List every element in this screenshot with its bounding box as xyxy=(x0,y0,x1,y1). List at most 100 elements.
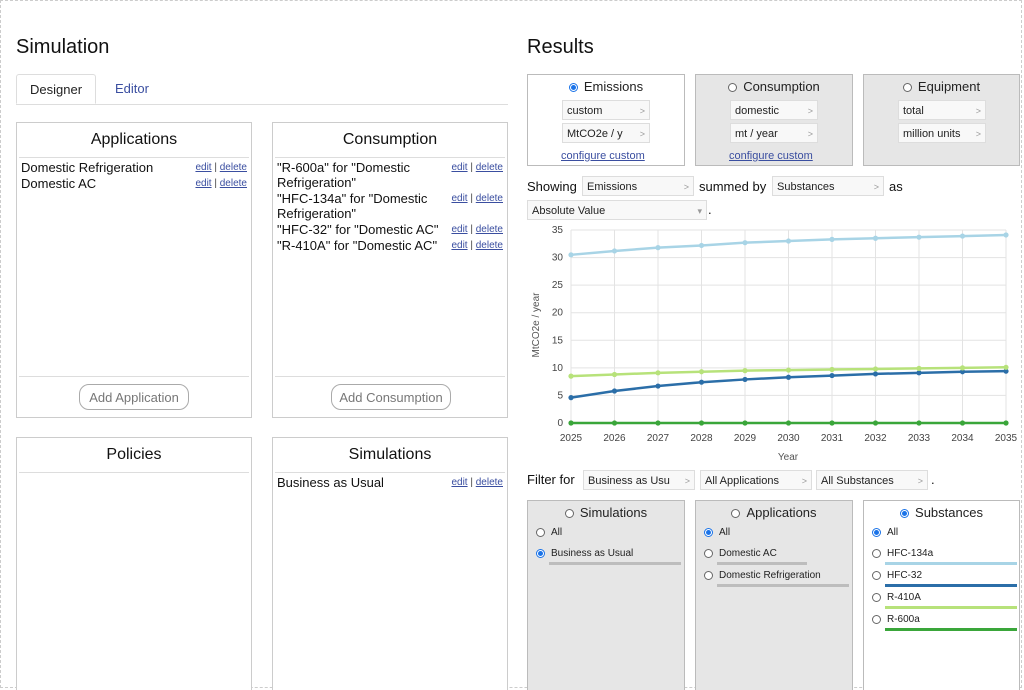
data-point xyxy=(916,365,922,372)
application-filter-select[interactable]: All Applications > xyxy=(700,470,812,490)
delete-link[interactable]: delete xyxy=(476,477,503,488)
filter-option-domestic-refrigeration[interactable]: Domestic Refrigeration xyxy=(704,570,821,581)
select-value: All Substances xyxy=(821,475,894,487)
configure-custom-link[interactable]: configure custom xyxy=(729,150,813,162)
simulation-tabs: Designer Editor xyxy=(16,74,508,105)
radio-icon[interactable] xyxy=(728,83,738,93)
edit-link[interactable]: edit xyxy=(451,240,467,251)
data-point xyxy=(611,420,618,426)
chevron-down-icon: > xyxy=(807,129,813,139)
consumption-type-select[interactable]: domestic > xyxy=(730,100,818,120)
consumption-metric-box[interactable]: Consumption domestic > mt / year > configu… xyxy=(695,74,853,166)
radio-icon[interactable] xyxy=(902,83,912,93)
add-application-button[interactable]: Add Application xyxy=(79,384,189,410)
policies-title: Policies xyxy=(106,446,162,463)
equipment-metric-box[interactable]: Equipment total > million units > xyxy=(863,74,1020,166)
simulations-panel: Simulations Business as Usual edit | del… xyxy=(272,437,508,690)
substances-filter-radio[interactable]: Substances xyxy=(864,505,1019,520)
edit-link[interactable]: edit xyxy=(195,162,211,173)
delete-link[interactable]: delete xyxy=(220,162,247,173)
edit-link[interactable]: edit xyxy=(451,162,467,173)
filter-option-business-as-usual[interactable]: Business as Usual xyxy=(536,548,633,559)
delete-link[interactable]: delete xyxy=(476,193,503,204)
data-point xyxy=(785,238,792,244)
emissions-units-select[interactable]: MtCO2e / y > xyxy=(562,123,650,143)
simulations-filter-radio[interactable]: Simulations xyxy=(528,505,684,520)
simulation-filter-select[interactable]: Business as Usu > xyxy=(583,470,695,490)
emissions-radio[interactable]: Emissions xyxy=(528,79,684,94)
delete-link[interactable]: delete xyxy=(476,224,503,235)
consumption-radio[interactable]: Consumption xyxy=(696,79,852,94)
equipment-units-select[interactable]: million units > xyxy=(898,123,986,143)
edit-link[interactable]: edit xyxy=(451,477,467,488)
delete-link[interactable]: delete xyxy=(476,162,503,173)
radio-icon[interactable] xyxy=(872,570,881,580)
radio-icon[interactable] xyxy=(536,527,545,537)
radio-selected-icon[interactable] xyxy=(568,83,578,93)
filter-option-hfc-134a[interactable]: HFC-134a xyxy=(872,548,933,559)
filter-option-hfc-32[interactable]: HFC-32 xyxy=(872,570,922,581)
delete-link[interactable]: delete xyxy=(220,178,247,189)
simulations-filter-box[interactable]: Simulations All Business as Usual xyxy=(527,500,685,690)
emissions-type-select[interactable]: custom > xyxy=(562,100,650,120)
period: . xyxy=(931,472,935,487)
data-point xyxy=(568,395,574,401)
delete-link[interactable]: delete xyxy=(476,240,503,251)
data-point xyxy=(829,236,835,242)
data-point xyxy=(742,376,748,383)
option-underline xyxy=(717,562,807,565)
filter-option-all[interactable]: All xyxy=(872,527,898,538)
radio-selected-icon[interactable] xyxy=(900,509,910,519)
chevron-down-icon: > xyxy=(639,129,645,139)
showing-select[interactable]: Emissions > xyxy=(582,176,694,196)
summed-by-select[interactable]: Substances > xyxy=(772,176,884,196)
select-value: Business as Usu xyxy=(588,475,670,487)
edit-link[interactable]: edit xyxy=(195,178,211,189)
data-point xyxy=(568,373,574,379)
option-label: Domestic Refrigeration xyxy=(719,570,821,581)
data-point xyxy=(872,420,879,426)
tab-editor[interactable]: Editor xyxy=(102,74,162,104)
radio-icon[interactable] xyxy=(731,509,741,519)
substance-filter-select[interactable]: All Substances > xyxy=(816,470,928,490)
edit-link[interactable]: edit xyxy=(451,193,467,204)
y-tick-label: 5 xyxy=(557,390,563,401)
applications-filter-radio[interactable]: Applications xyxy=(696,505,852,520)
configure-custom-link[interactable]: configure custom xyxy=(561,150,645,162)
radio-icon[interactable] xyxy=(872,548,881,558)
y-tick-label: 20 xyxy=(552,308,564,319)
radio-icon[interactable] xyxy=(872,614,881,624)
applications-filter-box[interactable]: Applications All Domestic AC Domestic Re… xyxy=(695,500,853,690)
chevron-down-icon: > xyxy=(917,476,923,486)
radio-selected-icon[interactable] xyxy=(872,527,881,537)
emissions-metric-box[interactable]: Emissions custom > MtCO2e / y > configure … xyxy=(527,74,685,166)
edit-link[interactable]: edit xyxy=(451,224,467,235)
filter-option-domestic-ac[interactable]: Domestic AC xyxy=(704,548,777,559)
radio-selected-icon[interactable] xyxy=(704,527,713,537)
radio-icon[interactable] xyxy=(704,548,713,558)
filter-option-r-410a[interactable]: R-410A xyxy=(872,592,921,603)
consumption-name: "R-410A" for "Domestic AC" xyxy=(277,238,438,253)
equipment-type-select[interactable]: total > xyxy=(898,100,986,120)
radio-icon[interactable] xyxy=(704,570,713,580)
radio-icon[interactable] xyxy=(564,509,574,519)
filter-option-all[interactable]: All xyxy=(704,527,730,538)
data-point xyxy=(916,234,922,240)
add-consumption-button[interactable]: Add Consumption xyxy=(331,384,451,410)
chevron-down-icon: > xyxy=(807,106,813,116)
consumption-units-select[interactable]: mt / year > xyxy=(730,123,818,143)
substances-filter-box[interactable]: Substances All HFC-134a HFC-32 R-410A R-… xyxy=(863,500,1020,690)
data-point xyxy=(742,368,748,374)
radio-icon[interactable] xyxy=(872,592,881,602)
equipment-radio[interactable]: Equipment xyxy=(864,79,1019,94)
radio-selected-icon[interactable] xyxy=(536,548,545,558)
tab-designer[interactable]: Designer xyxy=(16,74,97,104)
value-type-select[interactable]: Absolute Value ▾ xyxy=(527,200,707,220)
data-point xyxy=(655,420,661,426)
select-value: Absolute Value xyxy=(532,205,606,217)
option-label: R-410A xyxy=(887,592,921,603)
data-point xyxy=(742,420,748,426)
filter-option-r-600a[interactable]: R-600a xyxy=(872,614,920,625)
x-tick-label: 2034 xyxy=(951,433,974,444)
filter-option-all[interactable]: All xyxy=(536,527,562,538)
